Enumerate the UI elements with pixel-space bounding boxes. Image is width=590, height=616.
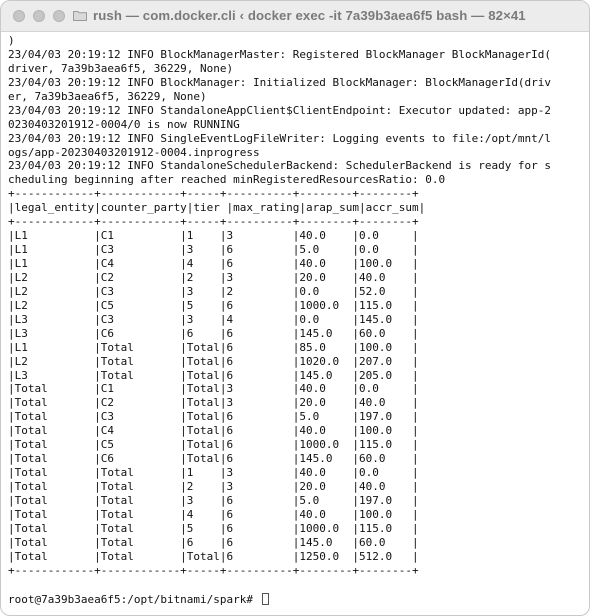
terminal-line: |Total |Total |1 |3 |40.0 |0.0 |	[8, 466, 419, 480]
terminal-window: rush — com.docker.cli ‹ docker exec -it …	[0, 0, 590, 616]
close-button[interactable]	[13, 10, 25, 22]
terminal-line: |Total |Total |4 |6 |40.0 |100.0 |	[8, 507, 419, 521]
terminal-line: |L3 |Total |Total|6 |145.0 |205.0 |	[8, 368, 419, 382]
terminal-line: |L1 |Total |Total|6 |85.0 |100.0 |	[8, 340, 419, 354]
terminal-line: |L2 |C5 |5 |6 |1000.0 |115.0 |	[8, 298, 419, 312]
terminal-line: |L2 |C2 |2 |3 |20.0 |40.0 |	[8, 270, 419, 284]
terminal-line: +------------+------------+-----+-------…	[8, 215, 419, 229]
terminal-line: +------------+------------+-----+-------…	[8, 187, 419, 201]
terminal-line: |L2 |Total |Total|6 |1020.0 |207.0 |	[8, 354, 419, 368]
terminal-line: |Total |C3 |Total|6 |5.0 |197.0 |	[8, 410, 419, 424]
terminal-line: |L1 |C3 |3 |6 |5.0 |0.0 |	[8, 243, 419, 257]
zoom-button[interactable]	[53, 10, 65, 22]
terminal-line: |legal_entity|counter_party|tier |max_ra…	[8, 201, 426, 215]
terminal-line: +------------+------------+-----+-------…	[8, 563, 419, 577]
terminal-line: |L2 |C3 |3 |2 |0.0 |52.0 |	[8, 284, 419, 298]
terminal-line: |L1 |C1 |1 |3 |40.0 |0.0 |	[8, 229, 419, 243]
text-cursor	[261, 593, 269, 605]
folder-icon	[73, 11, 87, 21]
terminal-line: |Total |Total |2 |3 |20.0 |40.0 |	[8, 480, 419, 493]
terminal-line: )	[8, 34, 15, 47]
terminal-line: 23/04/03 20:19:12 INFO StandaloneAppClie…	[8, 103, 552, 117]
terminal-line: |L1 |C4 |4 |6 |40.0 |100.0 |	[8, 257, 419, 270]
title-bar[interactable]: rush — com.docker.cli ‹ docker exec -it …	[1, 1, 589, 32]
terminal-line: 0230403201912-0004/0 is now RUNNING	[8, 117, 240, 131]
terminal-line: |L3 |C3 |3 |4 |0.0 |145.0 |	[8, 312, 419, 326]
terminal-line: |Total |C1 |Total|3 |40.0 |0.0 |	[8, 382, 419, 396]
terminal-line: |Total |Total |6 |6 |145.0 |60.0 |	[8, 535, 419, 549]
terminal-line: |Total |Total |5 |6 |1000.0 |115.0 |	[8, 521, 419, 535]
prompt-line[interactable]: root@7a39b3aea6f5:/opt/bitnami/spark#	[8, 593, 269, 607]
terminal-output[interactable]: ) 23/04/03 20:19:12 INFO BlockManagerMast…	[8, 34, 586, 579]
terminal-line: 23/04/03 20:19:12 INFO BlockManager: Ini…	[8, 75, 552, 89]
terminal-line: er, 7a39b3aea6f5, 36229, None)	[8, 89, 207, 103]
terminal-line: 23/04/03 20:19:12 INFO SingleEventLogFil…	[8, 131, 552, 145]
terminal-line: |Total |C2 |Total|3 |20.0 |40.0 |	[8, 396, 419, 410]
terminal-line: cheduling beginning after reached minReg…	[8, 173, 446, 187]
window-title: rush — com.docker.cli ‹ docker exec -it …	[93, 8, 526, 23]
terminal-line: driver, 7a39b3aea6f5, 36229, None)	[8, 61, 234, 75]
terminal-line: 23/04/03 20:19:12 INFO StandaloneSchedul…	[8, 159, 552, 173]
terminal-line: 23/04/03 20:19:12 INFO BlockManagerMaste…	[8, 47, 552, 61]
terminal-line: ogs/app-20230403201912-0004.inprogress	[8, 145, 260, 159]
terminal-line: |L3 |C6 |6 |6 |145.0 |60.0 |	[8, 326, 419, 340]
terminal-line: |Total |C4 |Total|6 |40.0 |100.0 |	[8, 424, 419, 438]
terminal-line: |Total |Total |3 |6 |5.0 |197.0 |	[8, 493, 419, 507]
terminal-line: |Total |C5 |Total|6 |1000.0 |115.0 |	[8, 438, 419, 452]
terminal-line: |Total |Total |Total|6 |1250.0 |512.0 |	[8, 549, 419, 563]
minimize-button[interactable]	[33, 10, 45, 22]
terminal-line: |Total |C6 |Total|6 |145.0 |60.0 |	[8, 452, 419, 466]
shell-prompt: root@7a39b3aea6f5:/opt/bitnami/spark#	[8, 593, 254, 606]
